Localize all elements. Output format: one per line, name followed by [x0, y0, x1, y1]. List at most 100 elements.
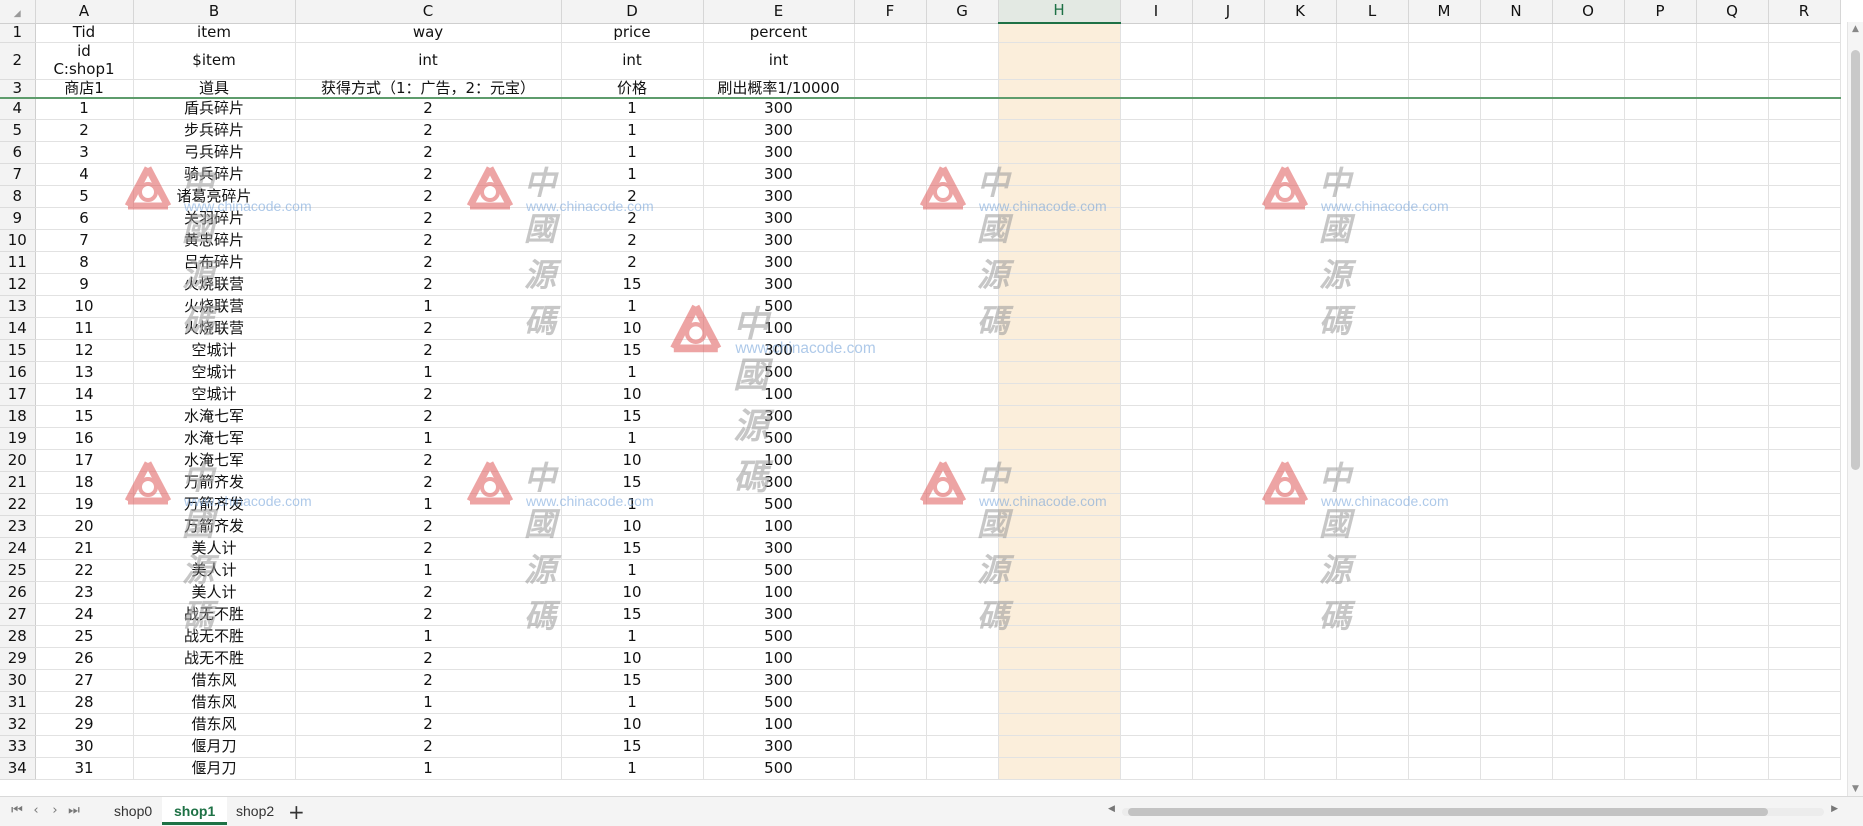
cell-p2[interactable]: [1624, 42, 1697, 80]
cell-l16[interactable]: [1336, 361, 1409, 385]
cell-k20[interactable]: [1264, 449, 1337, 473]
row-header[interactable]: 7: [0, 163, 36, 187]
row-header[interactable]: 8: [0, 185, 36, 209]
cell-p31[interactable]: [1624, 691, 1697, 715]
cell-f26[interactable]: [854, 581, 927, 605]
column-header-r[interactable]: R: [1768, 0, 1841, 24]
cell-l20[interactable]: [1336, 449, 1409, 473]
cell-h7[interactable]: [998, 163, 1121, 187]
cell-a16[interactable]: 13: [35, 361, 134, 385]
cell-f16[interactable]: [854, 361, 927, 385]
cell-f6[interactable]: [854, 141, 927, 165]
cell-f33[interactable]: [854, 735, 927, 759]
cell-p30[interactable]: [1624, 669, 1697, 693]
cell-f2[interactable]: [854, 42, 927, 80]
cell-d32[interactable]: 10: [561, 713, 704, 737]
cell-a11[interactable]: 8: [35, 251, 134, 275]
cell-j22[interactable]: [1192, 493, 1265, 517]
cell-p9[interactable]: [1624, 207, 1697, 231]
cell-q26[interactable]: [1696, 581, 1769, 605]
cell-d3[interactable]: 价格: [561, 79, 704, 99]
cell-p11[interactable]: [1624, 251, 1697, 275]
cell-g24[interactable]: [926, 537, 999, 561]
cell-i25[interactable]: [1120, 559, 1193, 583]
cell-i7[interactable]: [1120, 163, 1193, 187]
cell-p20[interactable]: [1624, 449, 1697, 473]
cell-a18[interactable]: 15: [35, 405, 134, 429]
cell-g13[interactable]: [926, 295, 999, 319]
cell-k26[interactable]: [1264, 581, 1337, 605]
cell-p7[interactable]: [1624, 163, 1697, 187]
column-header-e[interactable]: E: [703, 0, 855, 24]
cell-f14[interactable]: [854, 317, 927, 341]
cell-i3[interactable]: [1120, 79, 1193, 99]
cell-r30[interactable]: [1768, 669, 1841, 693]
cell-k19[interactable]: [1264, 427, 1337, 451]
cell-m20[interactable]: [1408, 449, 1481, 473]
cell-o32[interactable]: [1552, 713, 1625, 737]
cell-f24[interactable]: [854, 537, 927, 561]
cell-b2[interactable]: $item: [133, 42, 296, 80]
cell-p26[interactable]: [1624, 581, 1697, 605]
row-header[interactable]: 21: [0, 471, 36, 495]
row-header[interactable]: 3: [0, 79, 36, 99]
cell-p12[interactable]: [1624, 273, 1697, 297]
cell-e1[interactable]: percent: [703, 23, 855, 43]
cell-k13[interactable]: [1264, 295, 1337, 319]
cell-o23[interactable]: [1552, 515, 1625, 539]
column-header-c[interactable]: C: [295, 0, 562, 24]
cell-n3[interactable]: [1480, 79, 1553, 99]
cell-m6[interactable]: [1408, 141, 1481, 165]
cell-o14[interactable]: [1552, 317, 1625, 341]
cell-j9[interactable]: [1192, 207, 1265, 231]
cell-a3[interactable]: 商店1: [35, 79, 134, 99]
cell-q9[interactable]: [1696, 207, 1769, 231]
cell-a19[interactable]: 16: [35, 427, 134, 451]
cell-a1[interactable]: Tid: [35, 23, 134, 43]
cell-o1[interactable]: [1552, 23, 1625, 43]
cell-k4[interactable]: [1264, 97, 1337, 121]
cell-d2[interactable]: int: [561, 42, 704, 80]
cell-p14[interactable]: [1624, 317, 1697, 341]
cell-h31[interactable]: [998, 691, 1121, 715]
cell-h27[interactable]: [998, 603, 1121, 627]
cell-i1[interactable]: [1120, 23, 1193, 43]
cell-k18[interactable]: [1264, 405, 1337, 429]
cell-r5[interactable]: [1768, 119, 1841, 143]
cell-e34[interactable]: 500: [703, 757, 855, 781]
cell-j15[interactable]: [1192, 339, 1265, 363]
cell-q24[interactable]: [1696, 537, 1769, 561]
cell-h8[interactable]: [998, 185, 1121, 209]
cell-g9[interactable]: [926, 207, 999, 231]
cell-g2[interactable]: [926, 42, 999, 80]
cell-n5[interactable]: [1480, 119, 1553, 143]
cell-f9[interactable]: [854, 207, 927, 231]
cell-a2[interactable]: id C:shop1: [35, 42, 134, 80]
cell-g12[interactable]: [926, 273, 999, 297]
cell-p5[interactable]: [1624, 119, 1697, 143]
cell-r3[interactable]: [1768, 79, 1841, 99]
cell-d23[interactable]: 10: [561, 515, 704, 539]
cell-p27[interactable]: [1624, 603, 1697, 627]
cell-n7[interactable]: [1480, 163, 1553, 187]
cell-h32[interactable]: [998, 713, 1121, 737]
cell-e15[interactable]: 300: [703, 339, 855, 363]
cell-j18[interactable]: [1192, 405, 1265, 429]
scroll-left-arrow-icon[interactable]: ◀: [1108, 804, 1115, 814]
cell-q6[interactable]: [1696, 141, 1769, 165]
cell-q10[interactable]: [1696, 229, 1769, 253]
cell-l24[interactable]: [1336, 537, 1409, 561]
cell-i16[interactable]: [1120, 361, 1193, 385]
cell-c17[interactable]: 2: [295, 383, 562, 407]
cell-h9[interactable]: [998, 207, 1121, 231]
cell-h25[interactable]: [998, 559, 1121, 583]
next-sheet-icon[interactable]: ›: [48, 803, 62, 819]
cell-f29[interactable]: [854, 647, 927, 671]
cell-p15[interactable]: [1624, 339, 1697, 363]
cell-b34[interactable]: 偃月刀: [133, 757, 296, 781]
row-header[interactable]: 9: [0, 207, 36, 231]
cell-q27[interactable]: [1696, 603, 1769, 627]
cell-d14[interactable]: 10: [561, 317, 704, 341]
cell-l14[interactable]: [1336, 317, 1409, 341]
cell-p19[interactable]: [1624, 427, 1697, 451]
